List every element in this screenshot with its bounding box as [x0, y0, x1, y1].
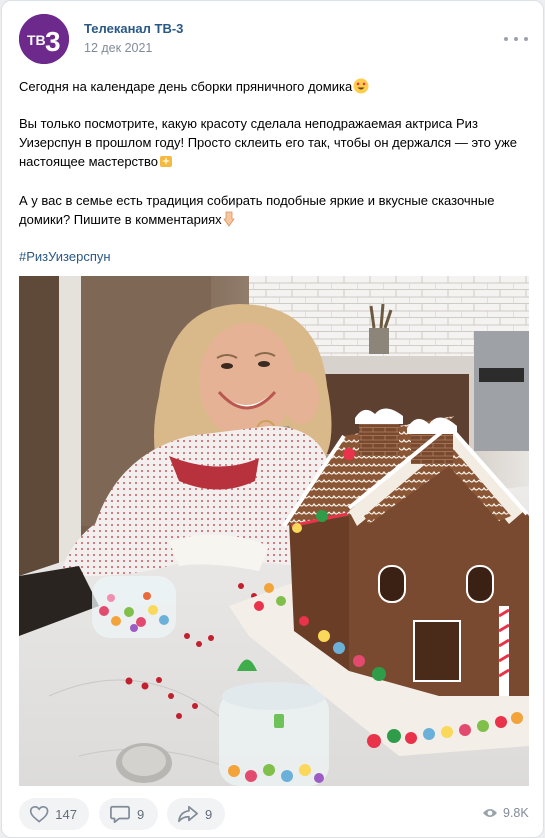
author-name[interactable]: Телеканал ТВ-3: [84, 21, 183, 36]
post-paragraph-1: Сегодня на календаре день сборки пряничн…: [19, 77, 529, 99]
heart-icon: [29, 806, 49, 823]
hashtag-link[interactable]: #РизУизерспун: [19, 247, 111, 266]
post-paragraph-2: Вы только посмотрите, какую красоту сдел…: [19, 114, 529, 174]
more-dots-icon[interactable]: [504, 31, 528, 47]
svg-text:ТВ: ТВ: [27, 32, 46, 48]
tv3-logo-icon: ТВ 3: [19, 14, 69, 64]
post-date[interactable]: 12 дек 2021: [84, 41, 152, 55]
like-count: 147: [55, 806, 77, 822]
share-button[interactable]: 9: [167, 798, 225, 830]
gingerbread-house-photo: [19, 276, 529, 786]
comment-button[interactable]: 9: [99, 798, 158, 830]
pointing-down-emoji: [222, 211, 235, 232]
post-paragraph-3: А у вас в семье есть традиция собирать п…: [19, 191, 529, 232]
comment-count: 9: [137, 806, 145, 822]
views-counter: 9.8K: [482, 806, 529, 820]
post-card: ТВ 3 Телеканал ТВ-3 12 дек 2021 Сегодня …: [1, 0, 544, 838]
post-photo[interactable]: [19, 276, 529, 786]
svg-text:3: 3: [45, 26, 61, 57]
share-count: 9: [205, 806, 213, 822]
like-button[interactable]: 147: [19, 798, 89, 830]
avatar[interactable]: ТВ 3: [19, 14, 69, 64]
comment-icon: [110, 805, 130, 824]
heart-eyes-emoji: [353, 78, 369, 99]
share-arrow-icon: [178, 805, 198, 823]
eye-icon: [483, 809, 497, 817]
sparkle-emoji: [159, 153, 173, 174]
views-count: 9.8K: [503, 806, 529, 820]
